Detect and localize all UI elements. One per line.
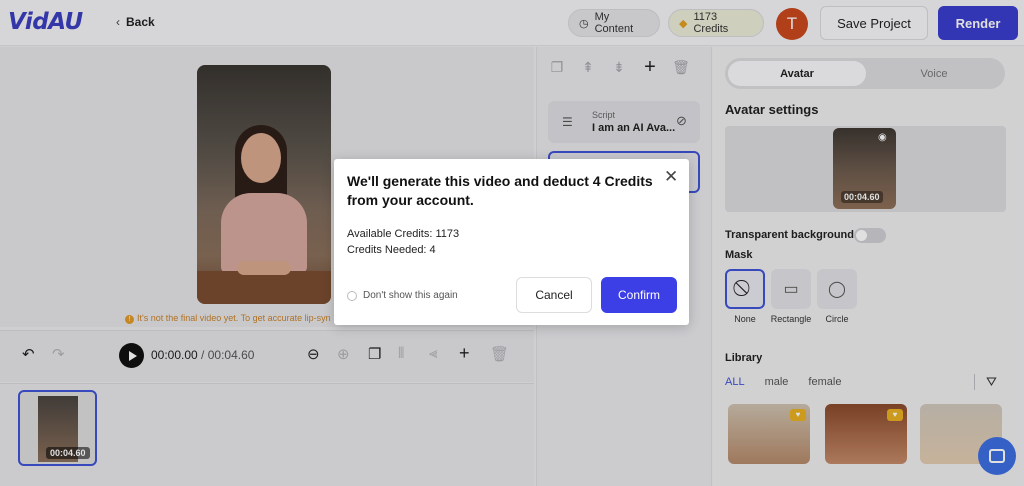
close-icon[interactable]: ✕ — [664, 167, 678, 187]
dialog-title: We'll generate this video and deduct 4 C… — [347, 173, 653, 208]
confirm-dialog: We'll generate this video and deduct 4 C… — [334, 159, 689, 325]
credits-needed-text: Credits Needed: 4 — [347, 244, 436, 256]
dont-show-label: Don't show this again — [363, 290, 458, 301]
confirm-button[interactable]: Confirm — [601, 277, 677, 313]
radio-icon — [347, 290, 357, 301]
cancel-button[interactable]: Cancel — [516, 277, 592, 313]
available-credits-text: Available Credits: 1173 — [347, 228, 460, 240]
dont-show-again-checkbox[interactable]: Don't show this again — [347, 290, 458, 301]
